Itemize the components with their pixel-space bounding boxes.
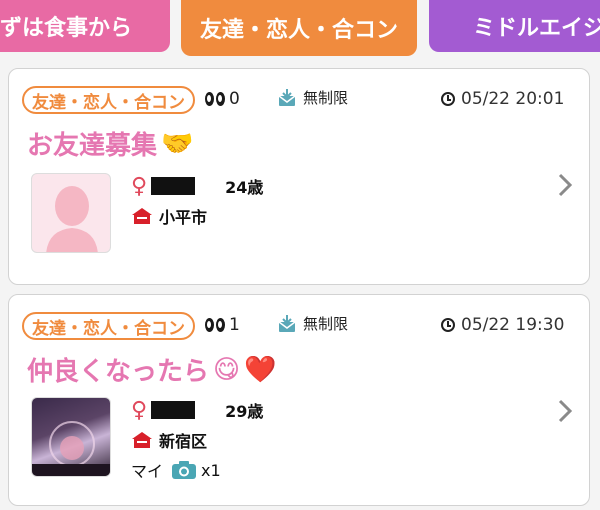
name-photo-row: マイ x1 <box>131 460 221 482</box>
post-title: お友達募集 🤝 <box>27 128 194 162</box>
location-row: 小平市 <box>131 201 263 231</box>
gender-age-row: ♀ 29歳 <box>131 397 264 423</box>
post-datetime: 05/22 19:30 <box>441 315 564 335</box>
house-icon <box>132 208 152 224</box>
poster-info: ♀ 29歳 新宿区 マイ x1 <box>131 395 263 485</box>
avatar[interactable] <box>31 173 111 253</box>
view-count: 0 <box>205 89 240 109</box>
category-badge: 友達・恋人・合コン <box>22 312 195 340</box>
female-icon: ♀ <box>131 397 148 423</box>
category-badge: 友達・恋人・合コン <box>22 86 195 114</box>
heart-emoji-icon: ❤️ <box>244 354 277 385</box>
mail-limit: 無制限 <box>277 313 348 334</box>
house-icon <box>132 432 152 448</box>
post-card[interactable]: 友達・恋人・合コン 1 無制限 05/22 19:30 仲良くなったら 😋 ❤️… <box>8 294 590 506</box>
mail-icon <box>278 88 296 106</box>
eyes-icon <box>205 318 225 332</box>
post-card[interactable]: 友達・恋人・合コン 0 無制限 05/22 20:01 お友達募集 🤝 ♀ 24… <box>8 68 590 285</box>
gender-age-row: ♀ 24歳 <box>131 173 264 199</box>
redacted-name <box>151 177 196 195</box>
tab-meal[interactable]: ずは食事から <box>0 0 170 52</box>
mail-limit: 無制限 <box>277 87 348 108</box>
yum-emoji-icon: 😋 <box>213 354 241 385</box>
profile-photo <box>32 421 110 476</box>
silhouette-icon <box>46 186 98 252</box>
category-tabs: ずは食事から 友達・恋人・合コン ミドルエイジ <box>0 0 600 58</box>
mail-icon <box>278 314 296 332</box>
location-row: 新宿区 <box>131 425 263 455</box>
camera-icon <box>172 461 197 479</box>
view-count: 1 <box>205 315 240 335</box>
chevron-right-icon[interactable] <box>557 399 573 423</box>
tab-friends-lovers-party[interactable]: 友達・恋人・合コン <box>181 0 417 56</box>
poster-info: ♀ 24歳 小平市 <box>131 171 263 231</box>
avatar[interactable] <box>31 397 111 477</box>
handshake-emoji-icon: 🤝 <box>161 128 194 159</box>
chevron-right-icon[interactable] <box>557 173 573 197</box>
clock-icon <box>441 318 455 332</box>
eyes-icon <box>205 92 225 106</box>
clock-icon <box>441 92 455 106</box>
redacted-name <box>151 401 196 419</box>
post-datetime: 05/22 20:01 <box>441 89 564 109</box>
female-icon: ♀ <box>131 173 148 199</box>
post-title: 仲良くなったら 😋 ❤️ <box>27 354 277 388</box>
tab-middle-age[interactable]: ミドルエイジ <box>429 0 600 52</box>
